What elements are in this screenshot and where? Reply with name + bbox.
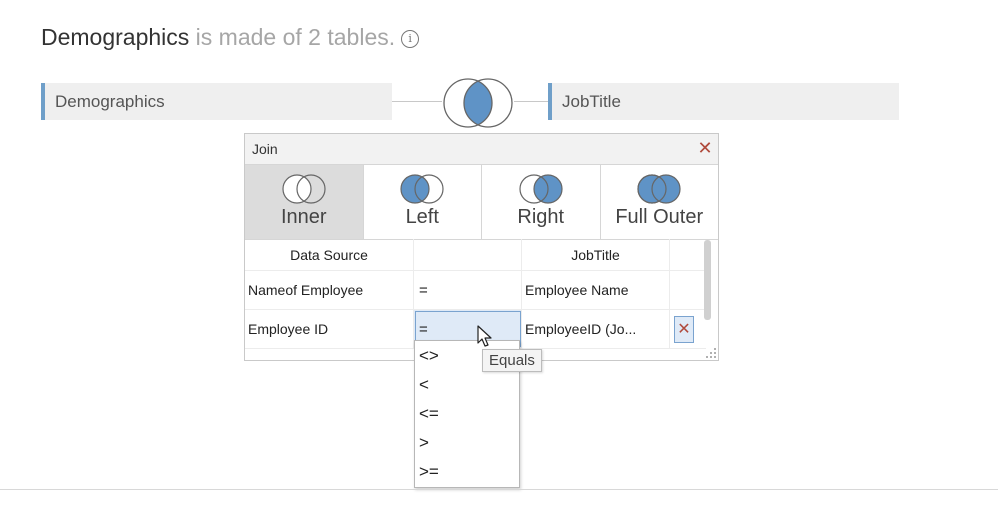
join-type-label: Inner <box>280 206 327 228</box>
operator-option[interactable]: < <box>415 370 519 399</box>
join-type-selector: Inner Left Right Full Outer <box>245 165 718 240</box>
left-field[interactable]: Nameof Employee <box>245 271 414 309</box>
join-type-right[interactable]: Right <box>482 165 601 239</box>
right-table-name: JobTitle <box>562 92 621 111</box>
join-dialog-title: Join <box>252 141 278 157</box>
join-grid-scrollbar[interactable] <box>704 240 711 320</box>
row-actions: ✕ <box>670 310 706 348</box>
join-type-full-outer[interactable]: Full Outer <box>601 165 719 239</box>
join-dialog-titlebar: Join ✕ <box>245 134 718 165</box>
operator-option[interactable]: >= <box>415 457 519 486</box>
header-actions <box>670 239 706 270</box>
remove-clause-button[interactable]: ✕ <box>674 315 694 343</box>
left-table-name: Demographics <box>55 92 165 111</box>
join-connector-right <box>514 101 548 102</box>
right-field[interactable]: Employee Name <box>522 271 670 309</box>
inner-join-icon <box>282 174 326 204</box>
close-icon[interactable]: ✕ <box>696 139 714 157</box>
join-connector-left <box>392 101 442 102</box>
full-outer-join-icon <box>637 174 681 204</box>
left-table-pill[interactable]: Demographics <box>41 83 392 120</box>
right-field[interactable]: EmployeeID (Jo... <box>522 310 670 348</box>
operator-option[interactable]: <= <box>415 399 519 428</box>
header-operator <box>414 239 522 270</box>
right-table-pill[interactable]: JobTitle <box>548 83 899 120</box>
operator-cell[interactable]: = <box>414 271 522 309</box>
resize-grip-icon[interactable] <box>706 348 716 358</box>
info-icon[interactable]: i <box>401 30 420 48</box>
join-type-inner[interactable]: Inner <box>245 165 364 239</box>
inner-join-venn-icon[interactable] <box>438 77 518 129</box>
mouse-cursor-icon <box>477 325 492 347</box>
join-type-left[interactable]: Left <box>364 165 482 239</box>
header-data-source: Data Source <box>245 239 414 270</box>
tooltip: Equals <box>482 349 542 372</box>
header-jobtitle: JobTitle <box>522 239 670 270</box>
left-join-icon <box>400 174 444 204</box>
right-join-icon <box>519 174 563 204</box>
left-field[interactable]: Employee ID <box>245 310 414 348</box>
datasource-name: Demographics <box>41 24 190 50</box>
join-clause-grid: Data Source JobTitle Nameof Employee = E… <box>245 239 706 349</box>
bottom-divider <box>0 489 998 490</box>
join-clause-row: Nameof Employee = Employee Name <box>245 271 706 310</box>
tables-count-text: is made of 2 tables. <box>189 24 396 50</box>
join-type-label: Right <box>517 206 565 228</box>
join-grid-header: Data Source JobTitle <box>245 239 706 271</box>
row-actions <box>670 271 706 309</box>
join-type-label: Full Outer <box>615 206 704 228</box>
join-type-label: Left <box>405 206 439 228</box>
page-title: Demographics is made of 2 tables. i <box>41 24 420 51</box>
operator-option[interactable]: > <box>415 428 519 457</box>
